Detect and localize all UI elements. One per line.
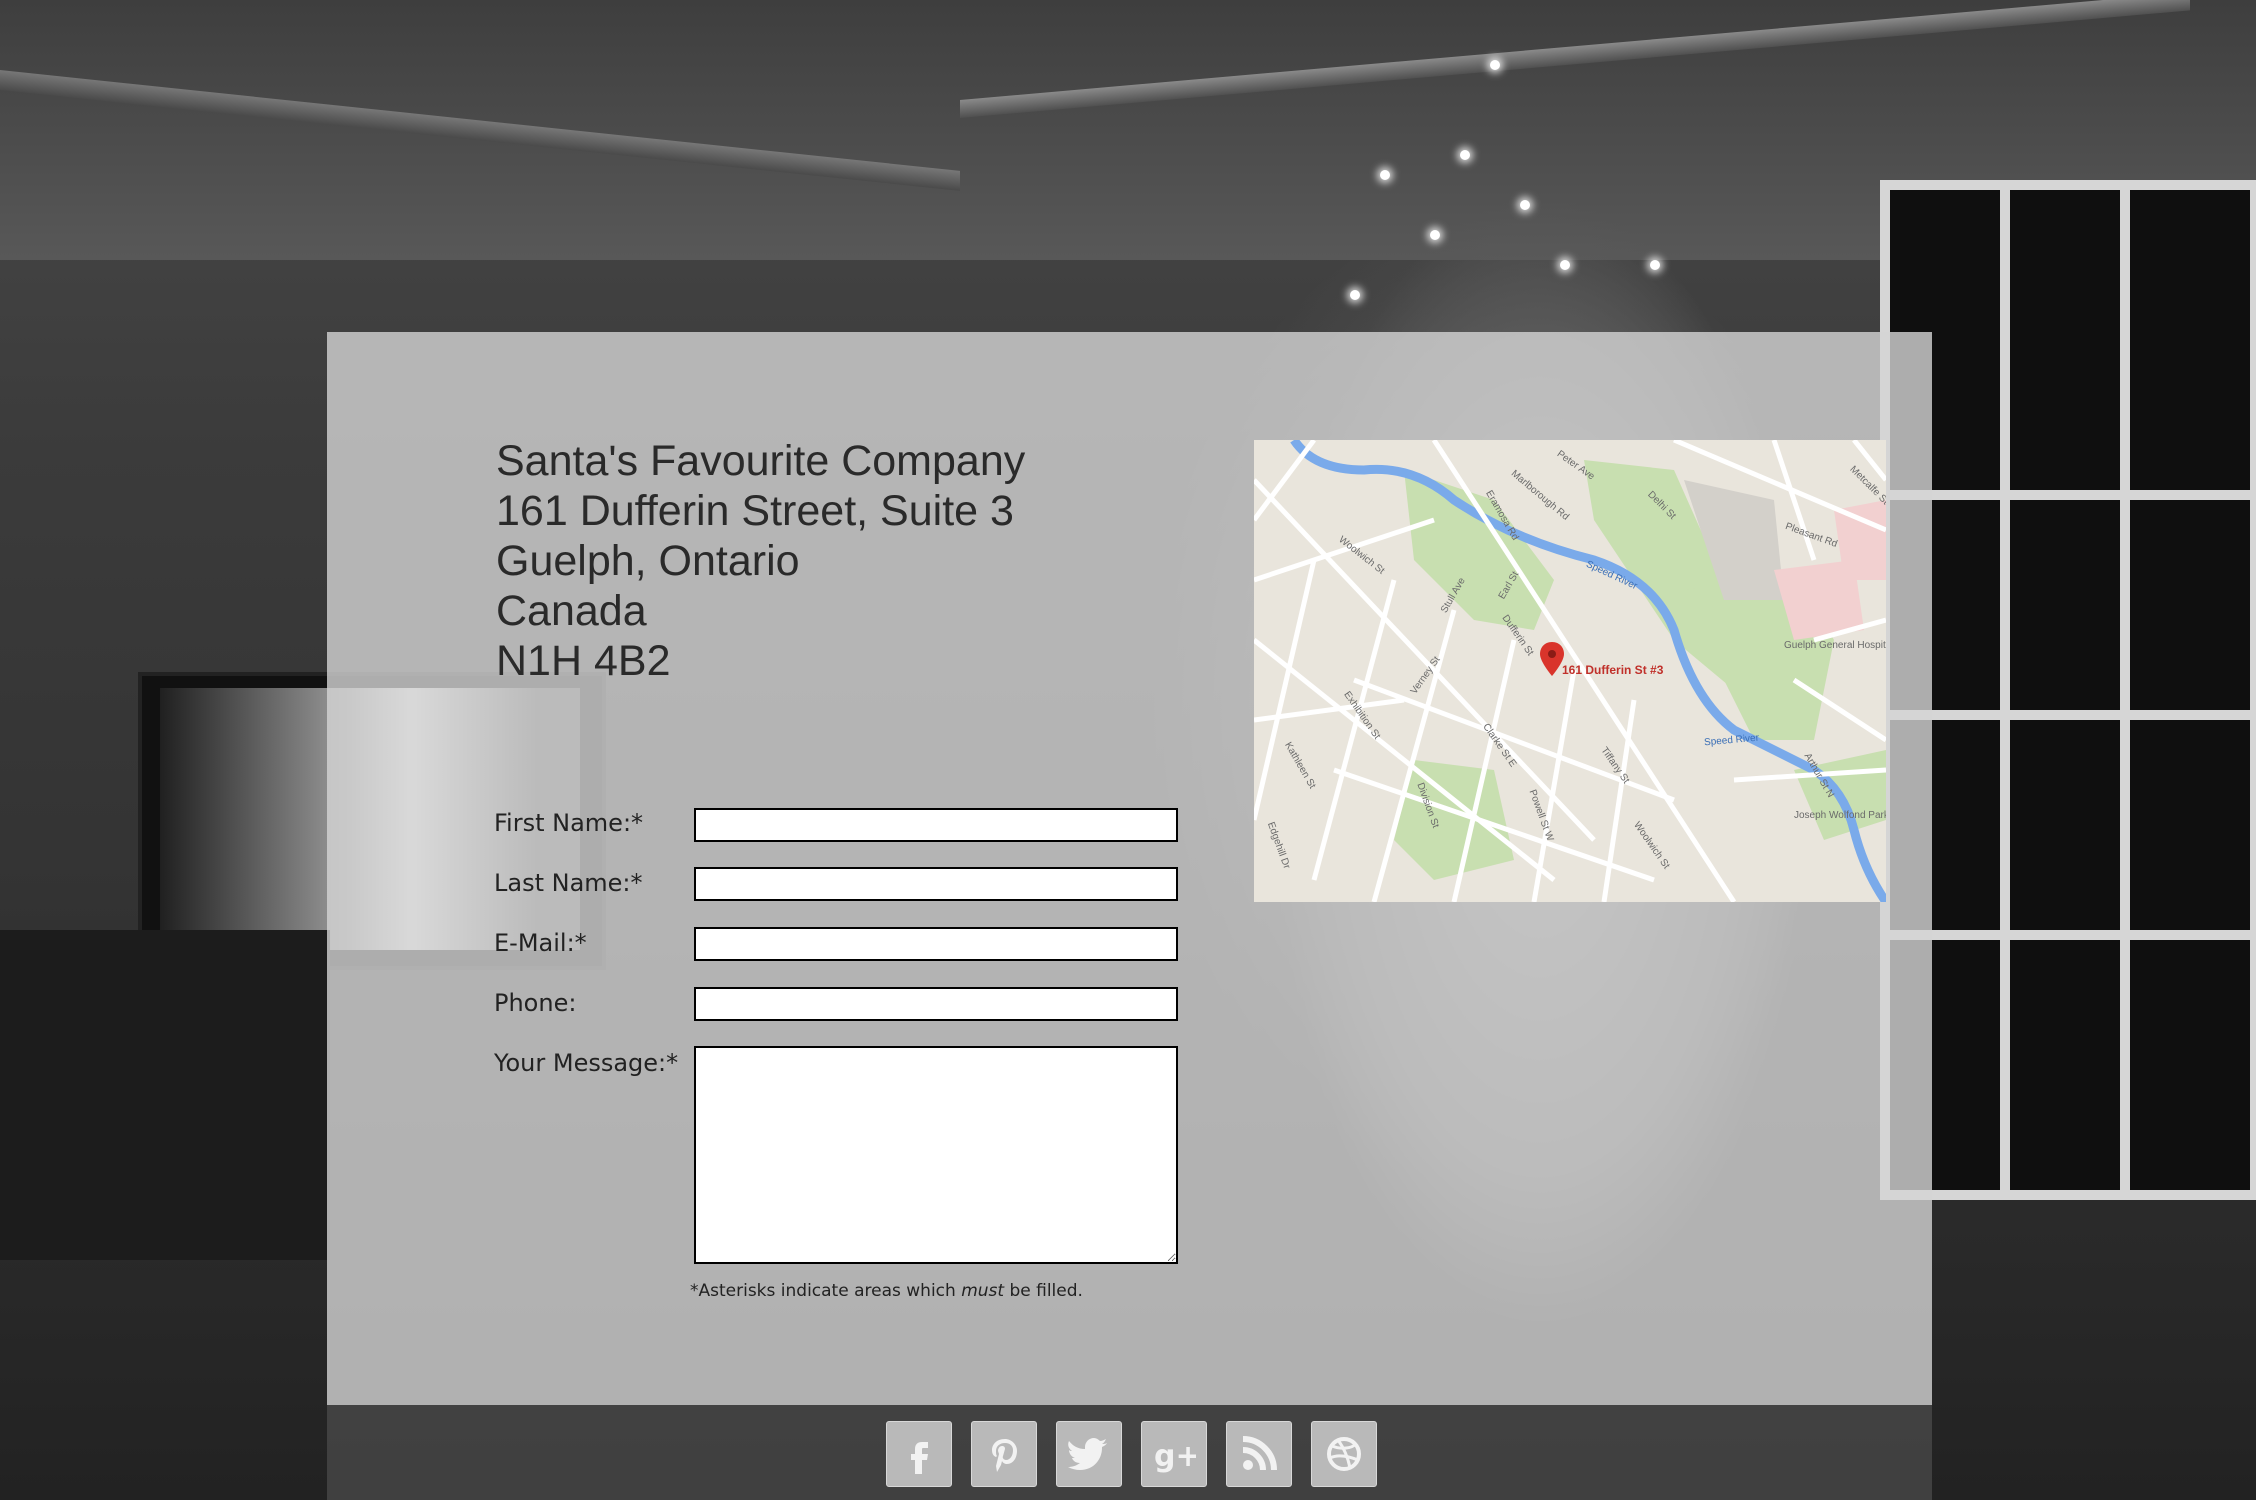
company-name: Santa's Favourite Company bbox=[496, 437, 1026, 485]
twitter-button[interactable] bbox=[1056, 1421, 1122, 1487]
email-field[interactable] bbox=[694, 927, 1178, 961]
street-address: 161 Dufferin Street, Suite 3 bbox=[496, 487, 1014, 535]
last-name-field[interactable] bbox=[694, 867, 1178, 901]
message-field[interactable] bbox=[694, 1046, 1178, 1264]
cabinet bbox=[0, 930, 330, 1260]
tree-light bbox=[1460, 150, 1470, 160]
window bbox=[1880, 180, 2256, 1200]
tree-light bbox=[1430, 230, 1440, 240]
tree-light bbox=[1560, 260, 1570, 270]
tree-light bbox=[1520, 200, 1530, 210]
message-label: Your Message:* bbox=[494, 1049, 679, 1077]
map-park-label: Joseph Wolfond Park East bbox=[1794, 810, 1886, 821]
country: Canada bbox=[496, 587, 647, 635]
pinterest-button[interactable] bbox=[971, 1421, 1037, 1487]
facebook-button[interactable] bbox=[886, 1421, 952, 1487]
dribbble-button[interactable] bbox=[1311, 1421, 1377, 1487]
twitter-icon bbox=[1068, 1438, 1107, 1470]
first-name-field[interactable] bbox=[694, 808, 1178, 842]
dribbble-icon bbox=[1327, 1437, 1361, 1471]
map-pin-label: 161 Dufferin St #3 bbox=[1562, 663, 1664, 677]
tree-light bbox=[1490, 60, 1500, 70]
phone-field[interactable] bbox=[694, 987, 1178, 1021]
tree-light bbox=[1350, 290, 1360, 300]
svg-text:g+: g+ bbox=[1154, 1439, 1196, 1474]
city-province: Guelph, Ontario bbox=[496, 537, 800, 585]
facebook-icon bbox=[911, 1442, 928, 1474]
google-plus-icon: g+ bbox=[1154, 1439, 1196, 1474]
email-label: E-Mail:* bbox=[494, 929, 587, 957]
map-hospital-label: Guelph General Hospital bbox=[1784, 640, 1886, 651]
pinterest-icon bbox=[992, 1439, 1017, 1472]
company-address: Santa's Favourite Company 161 Dufferin S… bbox=[496, 436, 1025, 686]
rss-button[interactable] bbox=[1226, 1421, 1292, 1487]
rss-icon bbox=[1242, 1436, 1277, 1471]
google-plus-button[interactable]: g+ bbox=[1141, 1421, 1207, 1487]
required-fields-note: *Asterisks indicate areas which must be … bbox=[690, 1281, 1083, 1301]
tree-light bbox=[1650, 260, 1660, 270]
first-name-label: First Name:* bbox=[494, 809, 644, 837]
postal-code: N1H 4B2 bbox=[496, 637, 671, 685]
phone-label: Phone: bbox=[494, 989, 577, 1017]
tree-light bbox=[1380, 170, 1390, 180]
footer-bar bbox=[327, 1405, 1932, 1500]
last-name-label: Last Name:* bbox=[494, 869, 643, 897]
